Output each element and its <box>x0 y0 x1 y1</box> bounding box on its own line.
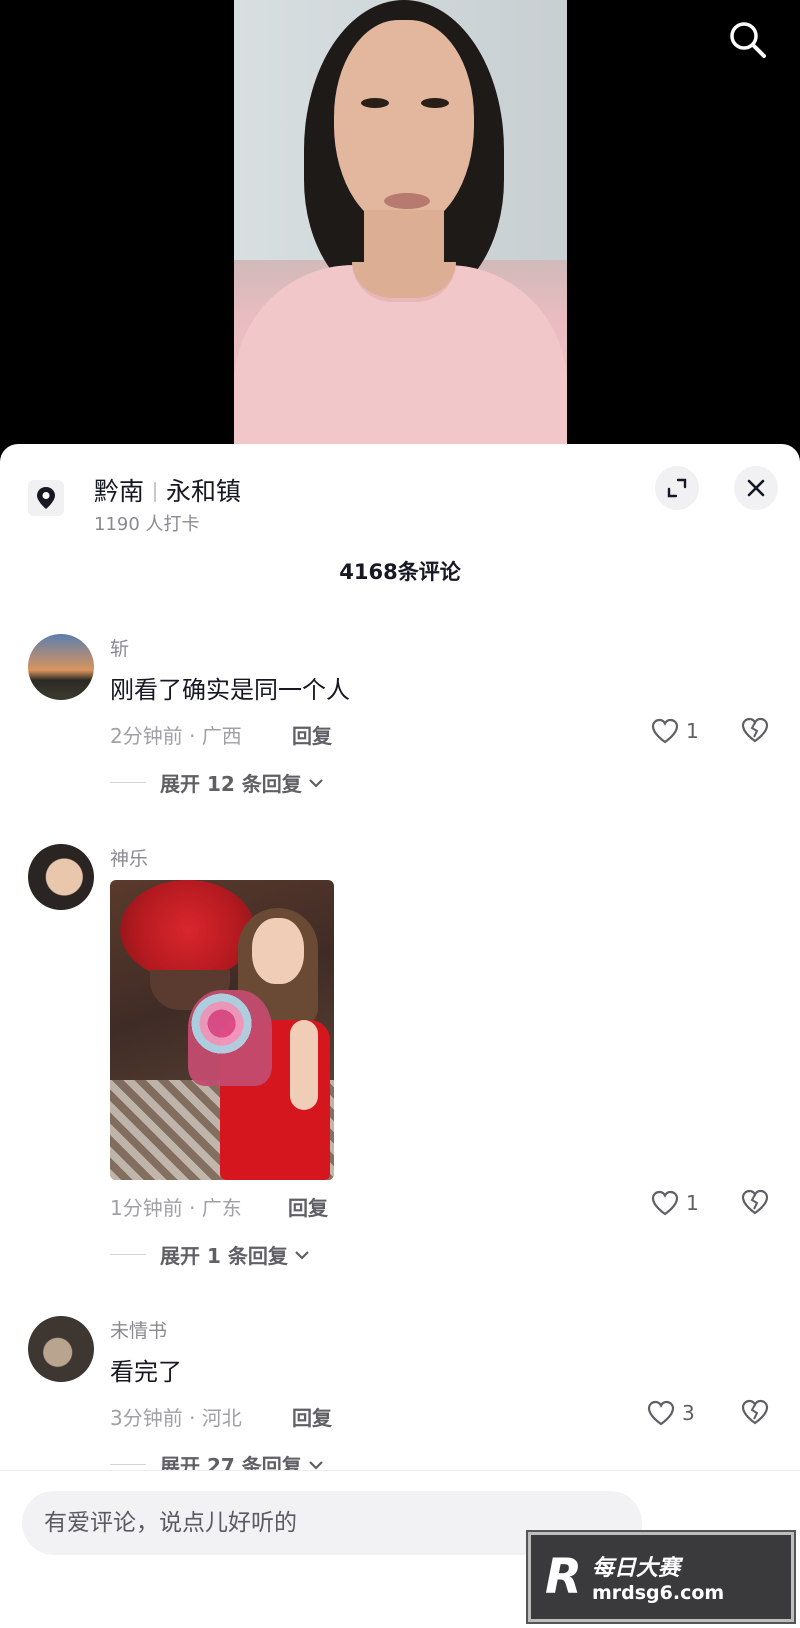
search-icon[interactable] <box>726 18 770 62</box>
expand-replies-button[interactable]: 展开 1 条回复 <box>110 1240 310 1269</box>
expand-icon[interactable] <box>655 466 699 510</box>
divider <box>110 1254 146 1255</box>
avatar[interactable] <box>28 1316 94 1382</box>
video-player[interactable] <box>0 0 800 450</box>
expand-replies-label: 展开 1 条回复 <box>160 1244 288 1268</box>
close-icon[interactable] <box>734 466 778 510</box>
expand-replies-button[interactable]: 展开 12 条回复 <box>110 768 324 797</box>
comment-image[interactable] <box>110 880 334 1180</box>
watermark-logo: R <box>545 1549 582 1605</box>
broken-heart-icon[interactable] <box>740 1398 770 1428</box>
comment-username[interactable]: 斩 <box>110 634 129 661</box>
like-count: 3 <box>682 1401 695 1425</box>
chevron-down-icon <box>308 778 323 788</box>
heart-icon <box>647 1400 675 1426</box>
avatar[interactable] <box>28 844 94 910</box>
like-count: 1 <box>686 1191 699 1215</box>
heart-icon <box>651 718 679 744</box>
comment-meta: 1分钟前 · 广东 <box>110 1196 242 1220</box>
chevron-down-icon <box>295 1250 309 1260</box>
comment-count-title: 4168条评论 <box>339 560 461 584</box>
divider <box>110 782 146 783</box>
location-town: 永和镇 <box>166 477 242 506</box>
comment-username[interactable]: 神乐 <box>110 844 148 871</box>
comment-meta: 3分钟前 · 河北 <box>110 1406 242 1430</box>
like-button[interactable]: 1 <box>650 716 699 746</box>
broken-heart-icon[interactable] <box>740 716 770 746</box>
heart-icon <box>651 1190 679 1216</box>
like-button[interactable]: 3 <box>646 1398 695 1428</box>
like-count: 1 <box>686 719 699 743</box>
avatar[interactable] <box>28 634 94 700</box>
comment-meta: 2分钟前 · 广西 <box>110 724 242 748</box>
video-frame <box>234 0 567 450</box>
comment-text: 刚看了确实是同一个人 <box>110 676 350 704</box>
expand-replies-label: 展开 12 条回复 <box>160 772 302 796</box>
watermark-url: mrdsg6.com <box>591 1582 725 1604</box>
broken-heart-icon[interactable] <box>740 1188 770 1218</box>
divider <box>110 1464 146 1465</box>
watermark-name: 每日大赛 <box>591 1556 680 1581</box>
chevron-down-icon <box>308 1460 323 1470</box>
reply-button[interactable]: 回复 <box>292 720 332 749</box>
divider <box>154 482 157 502</box>
reply-button[interactable]: 回复 <box>288 1192 328 1221</box>
location-pin-icon <box>28 480 64 516</box>
comment-text: 看完了 <box>110 1358 182 1386</box>
watermark: R 每日大赛 mrdsg6.com <box>526 1530 796 1624</box>
checkin-count: 1190 人打卡 <box>94 514 200 535</box>
location-region: 黔南 <box>94 477 145 506</box>
comment-username[interactable]: 未情书 <box>110 1316 167 1343</box>
reply-button[interactable]: 回复 <box>292 1402 332 1431</box>
comment-sheet: 黔南 永和镇 1190 人打卡 4168条评论 斩 刚看了确实是同一个人 2分钟前… <box>0 444 800 1628</box>
like-button[interactable]: 1 <box>650 1188 699 1218</box>
location-title: 黔南 永和镇 <box>94 472 241 508</box>
